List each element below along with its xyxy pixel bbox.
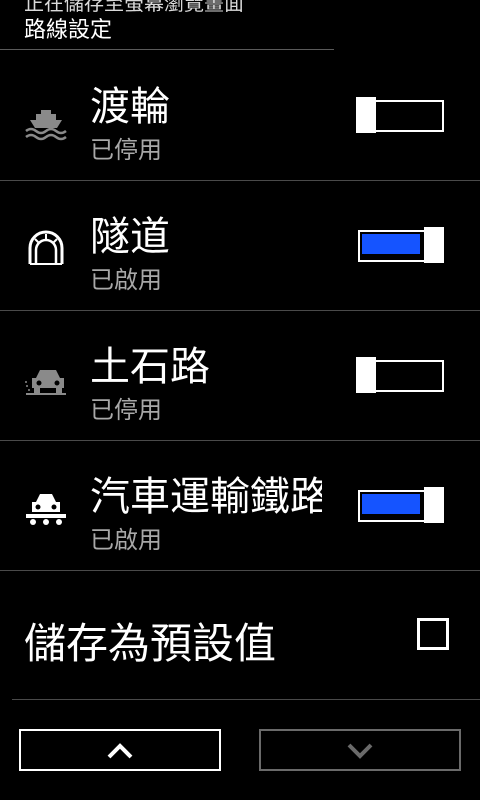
chevron-up-icon	[107, 743, 133, 759]
tunnel-icon	[24, 226, 68, 270]
page-title: 路線設定	[24, 18, 113, 43]
toggle-fill	[362, 234, 420, 254]
save-default-label: 儲存為預設值	[24, 619, 277, 668]
setting-row-car-train[interactable]: 汽車運輸鐵路 已啟用	[0, 440, 480, 571]
ferry-icon	[24, 98, 68, 142]
setting-status-tunnel: 已啟用	[90, 266, 162, 294]
toggle-fill	[362, 494, 420, 514]
setting-status-ferry: 已停用	[90, 136, 162, 164]
toggle-knob	[424, 227, 444, 263]
chevron-down-icon	[347, 743, 373, 759]
setting-row-ferry[interactable]: 渡輪 已停用	[0, 50, 480, 181]
setting-row-tunnel[interactable]: 隧道 已啟用	[0, 180, 480, 311]
toggle-knob	[356, 357, 376, 393]
dirt-road-icon	[24, 356, 68, 400]
toggle-ferry[interactable]	[356, 97, 444, 137]
page-header: 正在儲存至螢幕瀏覽畫面 路線設定	[0, 0, 480, 50]
scroll-down-button[interactable]	[259, 729, 461, 771]
toggle-knob	[356, 97, 376, 133]
divider	[12, 699, 480, 700]
toggle-dirt-road[interactable]	[356, 357, 444, 397]
setting-title-ferry: 渡輪	[90, 84, 170, 130]
setting-title-dirt-road: 土石路	[90, 344, 210, 390]
save-default-row[interactable]: 儲存為預設值	[0, 570, 480, 700]
toggle-car-train[interactable]	[356, 487, 444, 527]
setting-title-car-train: 汽車運輸鐵路	[90, 474, 322, 520]
setting-status-dirt-road: 已停用	[90, 396, 162, 424]
save-default-checkbox[interactable]	[417, 618, 449, 650]
setting-row-dirt-road[interactable]: 土石路 已停用	[0, 310, 480, 441]
setting-status-car-train: 已啟用	[90, 526, 162, 554]
scroll-up-button[interactable]	[19, 729, 221, 771]
toggle-knob	[424, 487, 444, 523]
toggle-tunnel[interactable]	[356, 227, 444, 267]
setting-title-tunnel: 隧道	[90, 214, 170, 260]
car-train-icon	[24, 486, 68, 530]
